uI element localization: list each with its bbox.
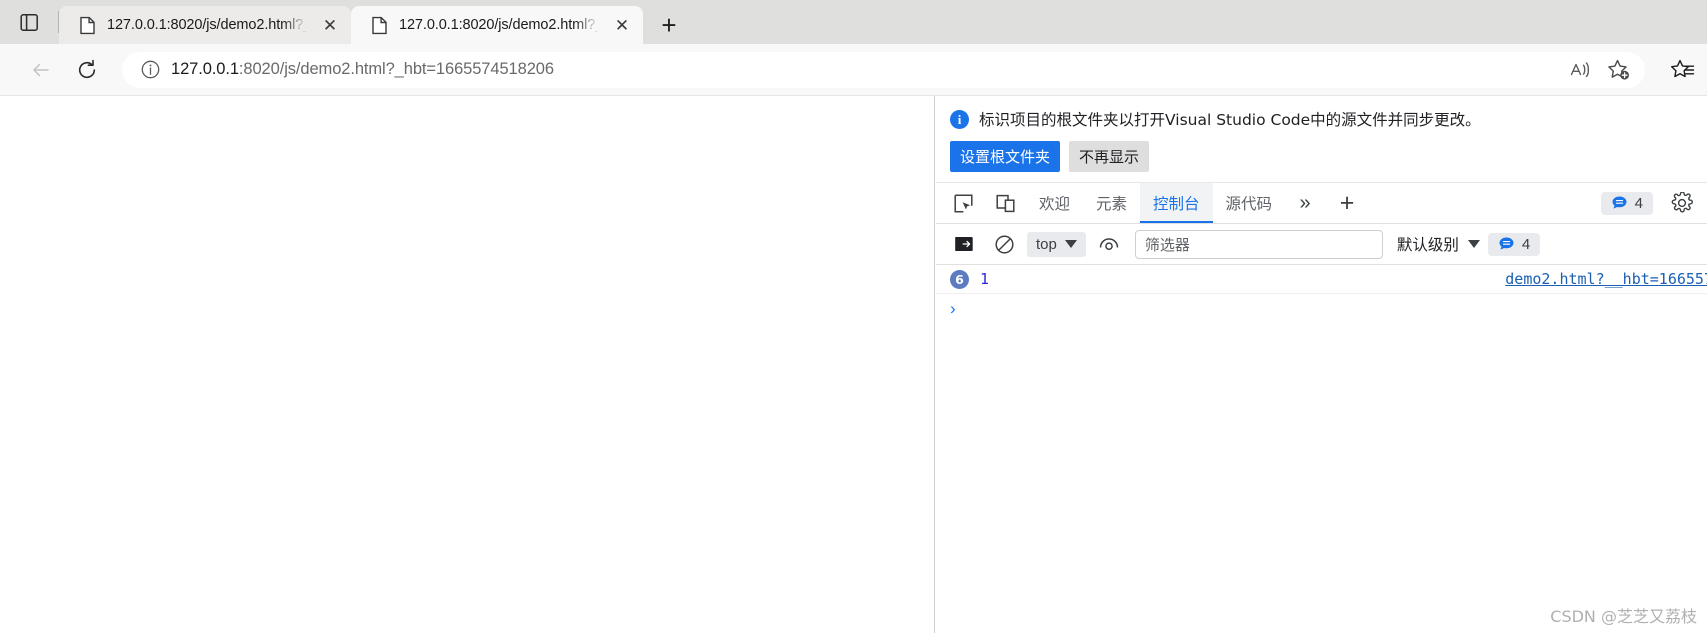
- navigation-toolbar: 127.0.0.1:8020/js/demo2.html?_hbt=166557…: [0, 44, 1707, 96]
- tab-elements[interactable]: 元素: [1083, 183, 1140, 223]
- tab-close-button[interactable]: ✕: [609, 12, 635, 38]
- tab-welcome[interactable]: 欢迎: [1026, 183, 1083, 223]
- issues-bubble-icon: [1499, 237, 1514, 250]
- dont-show-again-button[interactable]: 不再显示: [1069, 141, 1150, 172]
- add-panel-button[interactable]: +: [1325, 189, 1369, 218]
- console-message-text: 1: [980, 270, 990, 288]
- message-repeat-count: 6: [950, 269, 969, 289]
- read-aloud-icon: [1570, 61, 1590, 77]
- device-toolbar-icon[interactable]: [984, 186, 1026, 220]
- issues-badge-console[interactable]: 4: [1487, 232, 1541, 256]
- favorites-star-list-icon: [1671, 59, 1695, 77]
- address-bar[interactable]: 127.0.0.1:8020/js/demo2.html?_hbt=166557…: [122, 51, 1645, 88]
- console-sidebar-icon[interactable]: [944, 228, 984, 260]
- execution-context-value: top: [1036, 235, 1057, 253]
- infobar-message: 标识项目的根文件夹以打开Visual Studio Code中的源文件并同步更改…: [979, 111, 1481, 129]
- page-icon: [77, 15, 97, 35]
- favorites-button[interactable]: [1659, 53, 1707, 87]
- infobar-message-row: i 标识项目的根文件夹以打开Visual Studio Code中的源文件并同步…: [950, 108, 1707, 130]
- gear-icon[interactable]: [1661, 192, 1703, 214]
- page-icon-glyph: [371, 16, 387, 34]
- url-host: 127.0.0.1: [171, 60, 239, 78]
- vscode-infobar: i 标识项目的根文件夹以打开Visual Studio Code中的源文件并同步…: [936, 96, 1707, 183]
- console-message-source-link[interactable]: demo2.html?__hbt=166557: [1505, 270, 1707, 288]
- url-text: 127.0.0.1:8020/js/demo2.html?_hbt=166557…: [171, 60, 1562, 79]
- tab-console-label: 控制台: [1153, 195, 1200, 213]
- execution-context-dropdown[interactable]: top: [1027, 231, 1086, 257]
- inspect-element-icon[interactable]: [942, 186, 984, 220]
- read-aloud-button[interactable]: [1562, 54, 1600, 86]
- tab-console[interactable]: 控制台: [1140, 183, 1213, 223]
- tab-elements-label: 元素: [1096, 195, 1128, 213]
- devtools-tabbar: 欢迎 元素 控制台 源代码 » + 4: [936, 183, 1707, 224]
- add-favorite-button[interactable]: [1600, 54, 1638, 86]
- console-sidebar-glyph: [955, 237, 973, 251]
- chevron-down-icon: [1467, 240, 1480, 248]
- eye-glyph: [1099, 238, 1119, 251]
- console-input-prompt[interactable]: ›: [936, 294, 1707, 323]
- add-favorite-star-icon: [1608, 59, 1629, 80]
- gear-glyph: [1671, 192, 1693, 213]
- log-levels-dropdown[interactable]: 默认级别: [1389, 233, 1488, 255]
- console-filter-input[interactable]: 筛选器: [1134, 229, 1383, 259]
- url-path: :8020/js/demo2.html?_hbt=1665574518206: [238, 60, 554, 78]
- page-icon: [369, 15, 389, 35]
- live-expression-eye-icon[interactable]: [1089, 228, 1129, 260]
- browser-window: 127.0.0.1:8020/js/demo2.html?_ ✕ 127.0.0…: [0, 0, 1707, 633]
- tab-sources[interactable]: 源代码: [1213, 183, 1286, 223]
- inspect-element-glyph: [953, 193, 973, 213]
- console-toolbar: top 筛选器 默认级别 4: [936, 224, 1707, 265]
- more-tabs-chevron-icon[interactable]: »: [1285, 192, 1325, 215]
- info-circle-icon[interactable]: [137, 57, 163, 83]
- devtools-panel: i 标识项目的根文件夹以打开Visual Studio Code中的源文件并同步…: [936, 96, 1707, 633]
- tab-title: 127.0.0.1:8020/js/demo2.html?_: [107, 17, 307, 33]
- chevron-down-icon: [1064, 240, 1077, 248]
- tab-sources-label: 源代码: [1225, 195, 1273, 213]
- page-viewport: [0, 96, 935, 633]
- tab-search-glyph: [19, 13, 38, 31]
- clear-console-icon[interactable]: [984, 228, 1024, 260]
- tab-title: 127.0.0.1:8020/js/demo2.html?_: [399, 17, 599, 33]
- new-tab-button[interactable]: +: [649, 6, 689, 44]
- console-message-row[interactable]: 6 1 demo2.html?__hbt=166557: [936, 265, 1707, 294]
- console-output: 6 1 demo2.html?__hbt=166557 › CSDN @芝芝又荔…: [936, 265, 1707, 633]
- info-icon: i: [950, 109, 969, 129]
- issues-badge-tabbar[interactable]: 4: [1600, 191, 1653, 215]
- back-arrow-icon: [33, 63, 49, 76]
- issues-count: 4: [1521, 235, 1531, 253]
- set-root-folder-button[interactable]: 设置根文件夹: [950, 141, 1061, 172]
- issues-bubble-icon: [1612, 196, 1627, 209]
- tab-welcome-label: 欢迎: [1039, 195, 1071, 213]
- tab-search-icon[interactable]: [0, 0, 58, 44]
- prompt-caret-icon: ›: [950, 299, 956, 318]
- reload-icon: [78, 59, 96, 78]
- issues-count: 4: [1634, 194, 1643, 212]
- browser-tab-2[interactable]: 127.0.0.1:8020/js/demo2.html?_ ✕: [351, 6, 643, 44]
- page-icon-glyph: [79, 16, 95, 34]
- info-circle-glyph: [141, 60, 159, 79]
- tab-strip: 127.0.0.1:8020/js/demo2.html?_ ✕ 127.0.0…: [0, 0, 1707, 44]
- tab-close-button[interactable]: ✕: [317, 12, 343, 38]
- reload-button[interactable]: [64, 53, 110, 87]
- browser-tab-1[interactable]: 127.0.0.1:8020/js/demo2.html?_ ✕: [59, 6, 351, 44]
- clear-console-glyph: [994, 234, 1014, 254]
- device-toolbar-glyph: [995, 194, 1015, 212]
- watermark: CSDN @芝芝又荔枝: [1550, 607, 1697, 626]
- log-levels-label: 默认级别: [1396, 236, 1459, 254]
- back-button[interactable]: [18, 53, 64, 87]
- infobar-actions: 设置根文件夹 不再显示: [950, 141, 1707, 172]
- console-filter-placeholder: 筛选器: [1144, 235, 1190, 254]
